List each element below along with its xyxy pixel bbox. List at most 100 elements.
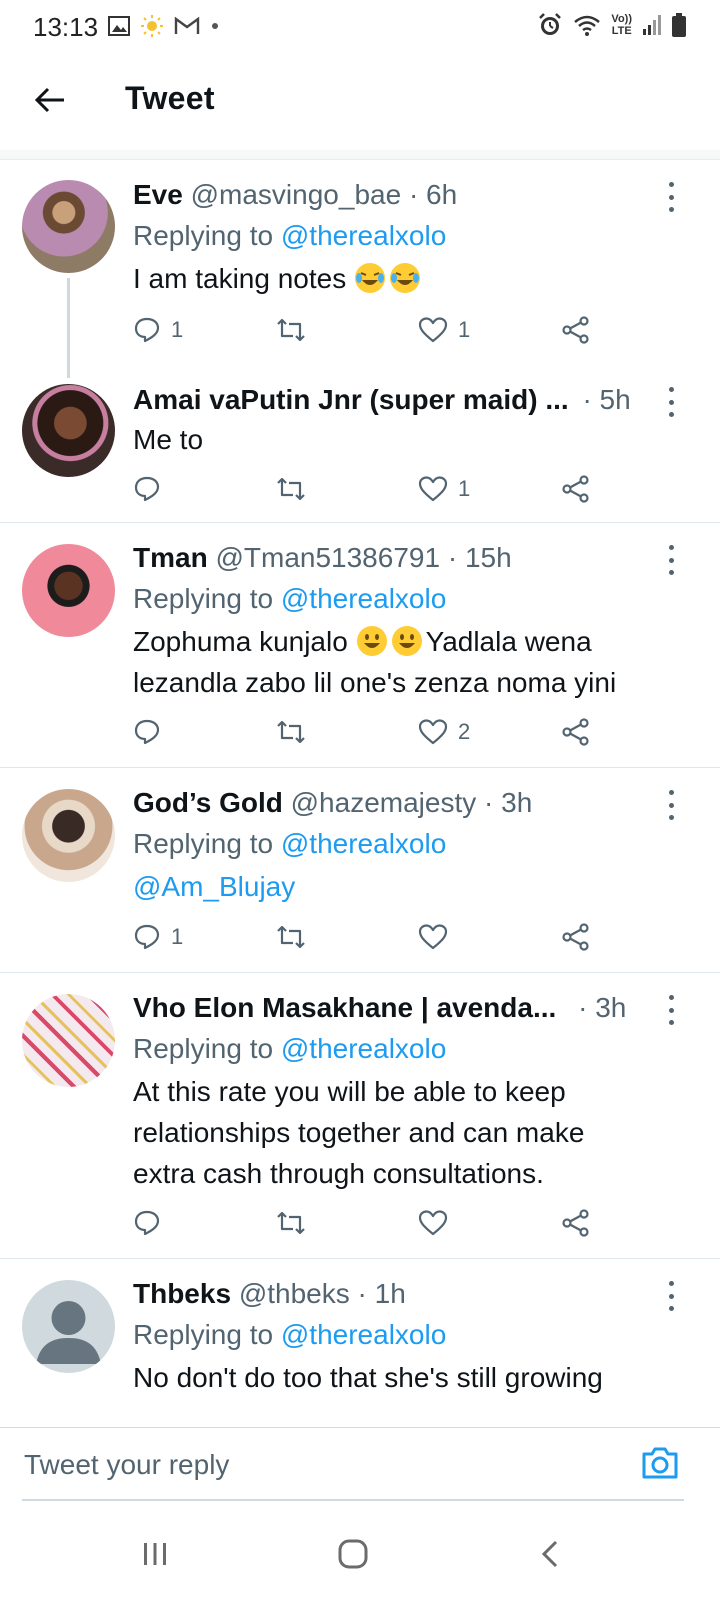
tweet-actions: 1 1 bbox=[133, 310, 593, 350]
retweet-icon bbox=[277, 1211, 305, 1235]
separator-dot: · bbox=[408, 179, 419, 210]
heart-icon bbox=[418, 924, 448, 950]
author-name[interactable]: Vho Elon Masakhane | avenda... bbox=[133, 992, 556, 1023]
like-button[interactable]: 1 bbox=[418, 469, 470, 509]
replying-prefix: Replying to bbox=[133, 583, 281, 614]
more-options-button[interactable] bbox=[662, 545, 680, 575]
reply-icon bbox=[134, 476, 160, 502]
more-options-button[interactable] bbox=[662, 995, 680, 1025]
tweet-eve[interactable]: Eve @masvingo_bae · 6h Replying to @ther… bbox=[0, 160, 720, 378]
home-button[interactable] bbox=[333, 1534, 373, 1574]
avatar[interactable] bbox=[22, 1280, 115, 1373]
share-button[interactable] bbox=[561, 469, 591, 509]
retweet-icon bbox=[277, 925, 305, 949]
replying-prefix: Replying to bbox=[133, 220, 281, 251]
tweet-text-part: Zophuma kunjalo bbox=[133, 626, 348, 657]
author-name[interactable]: Amai vaPutin Jnr (super maid) ... bbox=[133, 384, 569, 415]
reply-button[interactable] bbox=[133, 469, 171, 509]
author-name[interactable]: Tman bbox=[133, 542, 208, 573]
like-button[interactable] bbox=[418, 917, 458, 957]
reply-button[interactable] bbox=[133, 712, 171, 752]
recent-apps-button[interactable] bbox=[135, 1534, 175, 1574]
reply-button[interactable]: 1 bbox=[133, 310, 183, 350]
tweet-header: Eve @masvingo_bae · 6h bbox=[133, 176, 680, 214]
avatar[interactable] bbox=[22, 384, 115, 477]
share-button[interactable] bbox=[561, 310, 591, 350]
author-handle[interactable]: @masvingo_bae bbox=[191, 179, 402, 210]
tweet-header: God’s Gold @hazemajesty · 3h bbox=[133, 784, 680, 822]
author-name[interactable]: God’s Gold bbox=[133, 787, 283, 818]
tweet-actions: 2 bbox=[133, 712, 593, 752]
author-handle[interactable]: @hazemajesty bbox=[291, 787, 477, 818]
recent-apps-icon bbox=[144, 1543, 166, 1565]
system-nav-bar bbox=[0, 1508, 720, 1600]
avatar[interactable] bbox=[22, 180, 115, 273]
separator-dot: · bbox=[357, 1278, 367, 1309]
like-button[interactable]: 2 bbox=[418, 712, 470, 752]
camera-button[interactable] bbox=[640, 1445, 680, 1485]
nav-back-button[interactable] bbox=[530, 1534, 570, 1574]
replying-to-link[interactable]: @therealxolo bbox=[281, 583, 446, 614]
like-count: 2 bbox=[458, 719, 471, 744]
share-icon bbox=[562, 475, 589, 503]
tweet-thbeks[interactable]: Thbeks @thbeks · 1h Replying to @thereal… bbox=[0, 1259, 720, 1427]
replying-to-link[interactable]: @therealxolo bbox=[281, 1033, 446, 1064]
share-button[interactable] bbox=[561, 1203, 591, 1243]
back-button[interactable] bbox=[28, 78, 72, 122]
tweet-text-part: Yadlala wena bbox=[425, 626, 592, 657]
author-name[interactable]: Thbeks bbox=[133, 1278, 231, 1309]
like-button[interactable] bbox=[418, 1203, 458, 1243]
tweet-tman[interactable]: Tman @Tman51386791 · 15h Replying to @th… bbox=[0, 523, 720, 768]
arrow-left-icon bbox=[34, 87, 64, 113]
retweet-button[interactable] bbox=[275, 310, 317, 350]
avatar[interactable] bbox=[22, 789, 115, 882]
home-icon bbox=[338, 1539, 368, 1569]
tweet-actions: 1 bbox=[133, 917, 593, 957]
laughing-emoji-icon bbox=[355, 263, 386, 293]
retweet-button[interactable] bbox=[275, 469, 317, 509]
tweet-text: At this rate you will be able to keep re… bbox=[133, 1071, 680, 1194]
avatar[interactable] bbox=[22, 544, 115, 637]
mention-link[interactable]: @Am_Blujay bbox=[133, 866, 680, 907]
tweet-actions bbox=[133, 1203, 593, 1243]
retweet-button[interactable] bbox=[275, 1203, 317, 1243]
tweet-header: Vho Elon Masakhane | avenda... · 3h bbox=[133, 989, 680, 1027]
like-button[interactable]: 1 bbox=[418, 310, 470, 350]
replying-to-link[interactable]: @therealxolo bbox=[281, 1319, 446, 1350]
replying-to: Replying to @therealxolo bbox=[133, 1313, 680, 1357]
reply-button[interactable]: 1 bbox=[133, 917, 183, 957]
tweet-time: 3h bbox=[501, 787, 533, 818]
thread-line bbox=[67, 278, 70, 378]
tweet-text: Me to bbox=[133, 424, 204, 455]
more-options-button[interactable] bbox=[662, 182, 680, 212]
reply-button[interactable] bbox=[133, 1203, 171, 1243]
avatar[interactable] bbox=[22, 994, 115, 1087]
tweet-time: 5h bbox=[599, 384, 631, 415]
more-options-button[interactable] bbox=[662, 790, 680, 820]
reply-input-underline bbox=[22, 1499, 684, 1501]
notification-dot-icon bbox=[212, 23, 218, 29]
volte-icon: Vo)) LTE bbox=[611, 13, 632, 37]
more-options-button[interactable] bbox=[662, 387, 680, 417]
replying-to: Replying to @therealxolo bbox=[133, 822, 680, 866]
tweet-vho-elon[interactable]: Vho Elon Masakhane | avenda... · 3h Repl… bbox=[0, 973, 720, 1259]
author-handle[interactable]: @Tman51386791 bbox=[215, 542, 440, 573]
replying-to-link[interactable]: @therealxolo bbox=[281, 220, 446, 251]
share-button[interactable] bbox=[561, 917, 591, 957]
tweet-amai-vaputin[interactable]: Amai vaPutin Jnr (super maid) ... · 5h M… bbox=[0, 365, 720, 523]
share-button[interactable] bbox=[561, 712, 591, 752]
retweet-button[interactable] bbox=[275, 917, 317, 957]
signal-icon bbox=[643, 15, 661, 35]
author-handle[interactable]: @thbeks bbox=[239, 1278, 350, 1309]
more-options-button[interactable] bbox=[662, 1281, 680, 1311]
status-time: 13:13 bbox=[33, 12, 99, 42]
tweet-gods-gold[interactable]: God’s Gold @hazemajesty · 3h Replying to… bbox=[0, 768, 720, 973]
reply-icon bbox=[134, 924, 160, 950]
replying-to-link[interactable]: @therealxolo bbox=[281, 828, 446, 859]
share-icon bbox=[562, 923, 589, 951]
author-name[interactable]: Eve bbox=[133, 179, 183, 210]
tweet-text-line: At this rate you will be able to keep bbox=[133, 1076, 566, 1107]
retweet-button[interactable] bbox=[275, 712, 317, 752]
reply-feed[interactable]: Eve @masvingo_bae · 6h Replying to @ther… bbox=[0, 160, 720, 1427]
reply-input[interactable] bbox=[22, 1438, 666, 1492]
